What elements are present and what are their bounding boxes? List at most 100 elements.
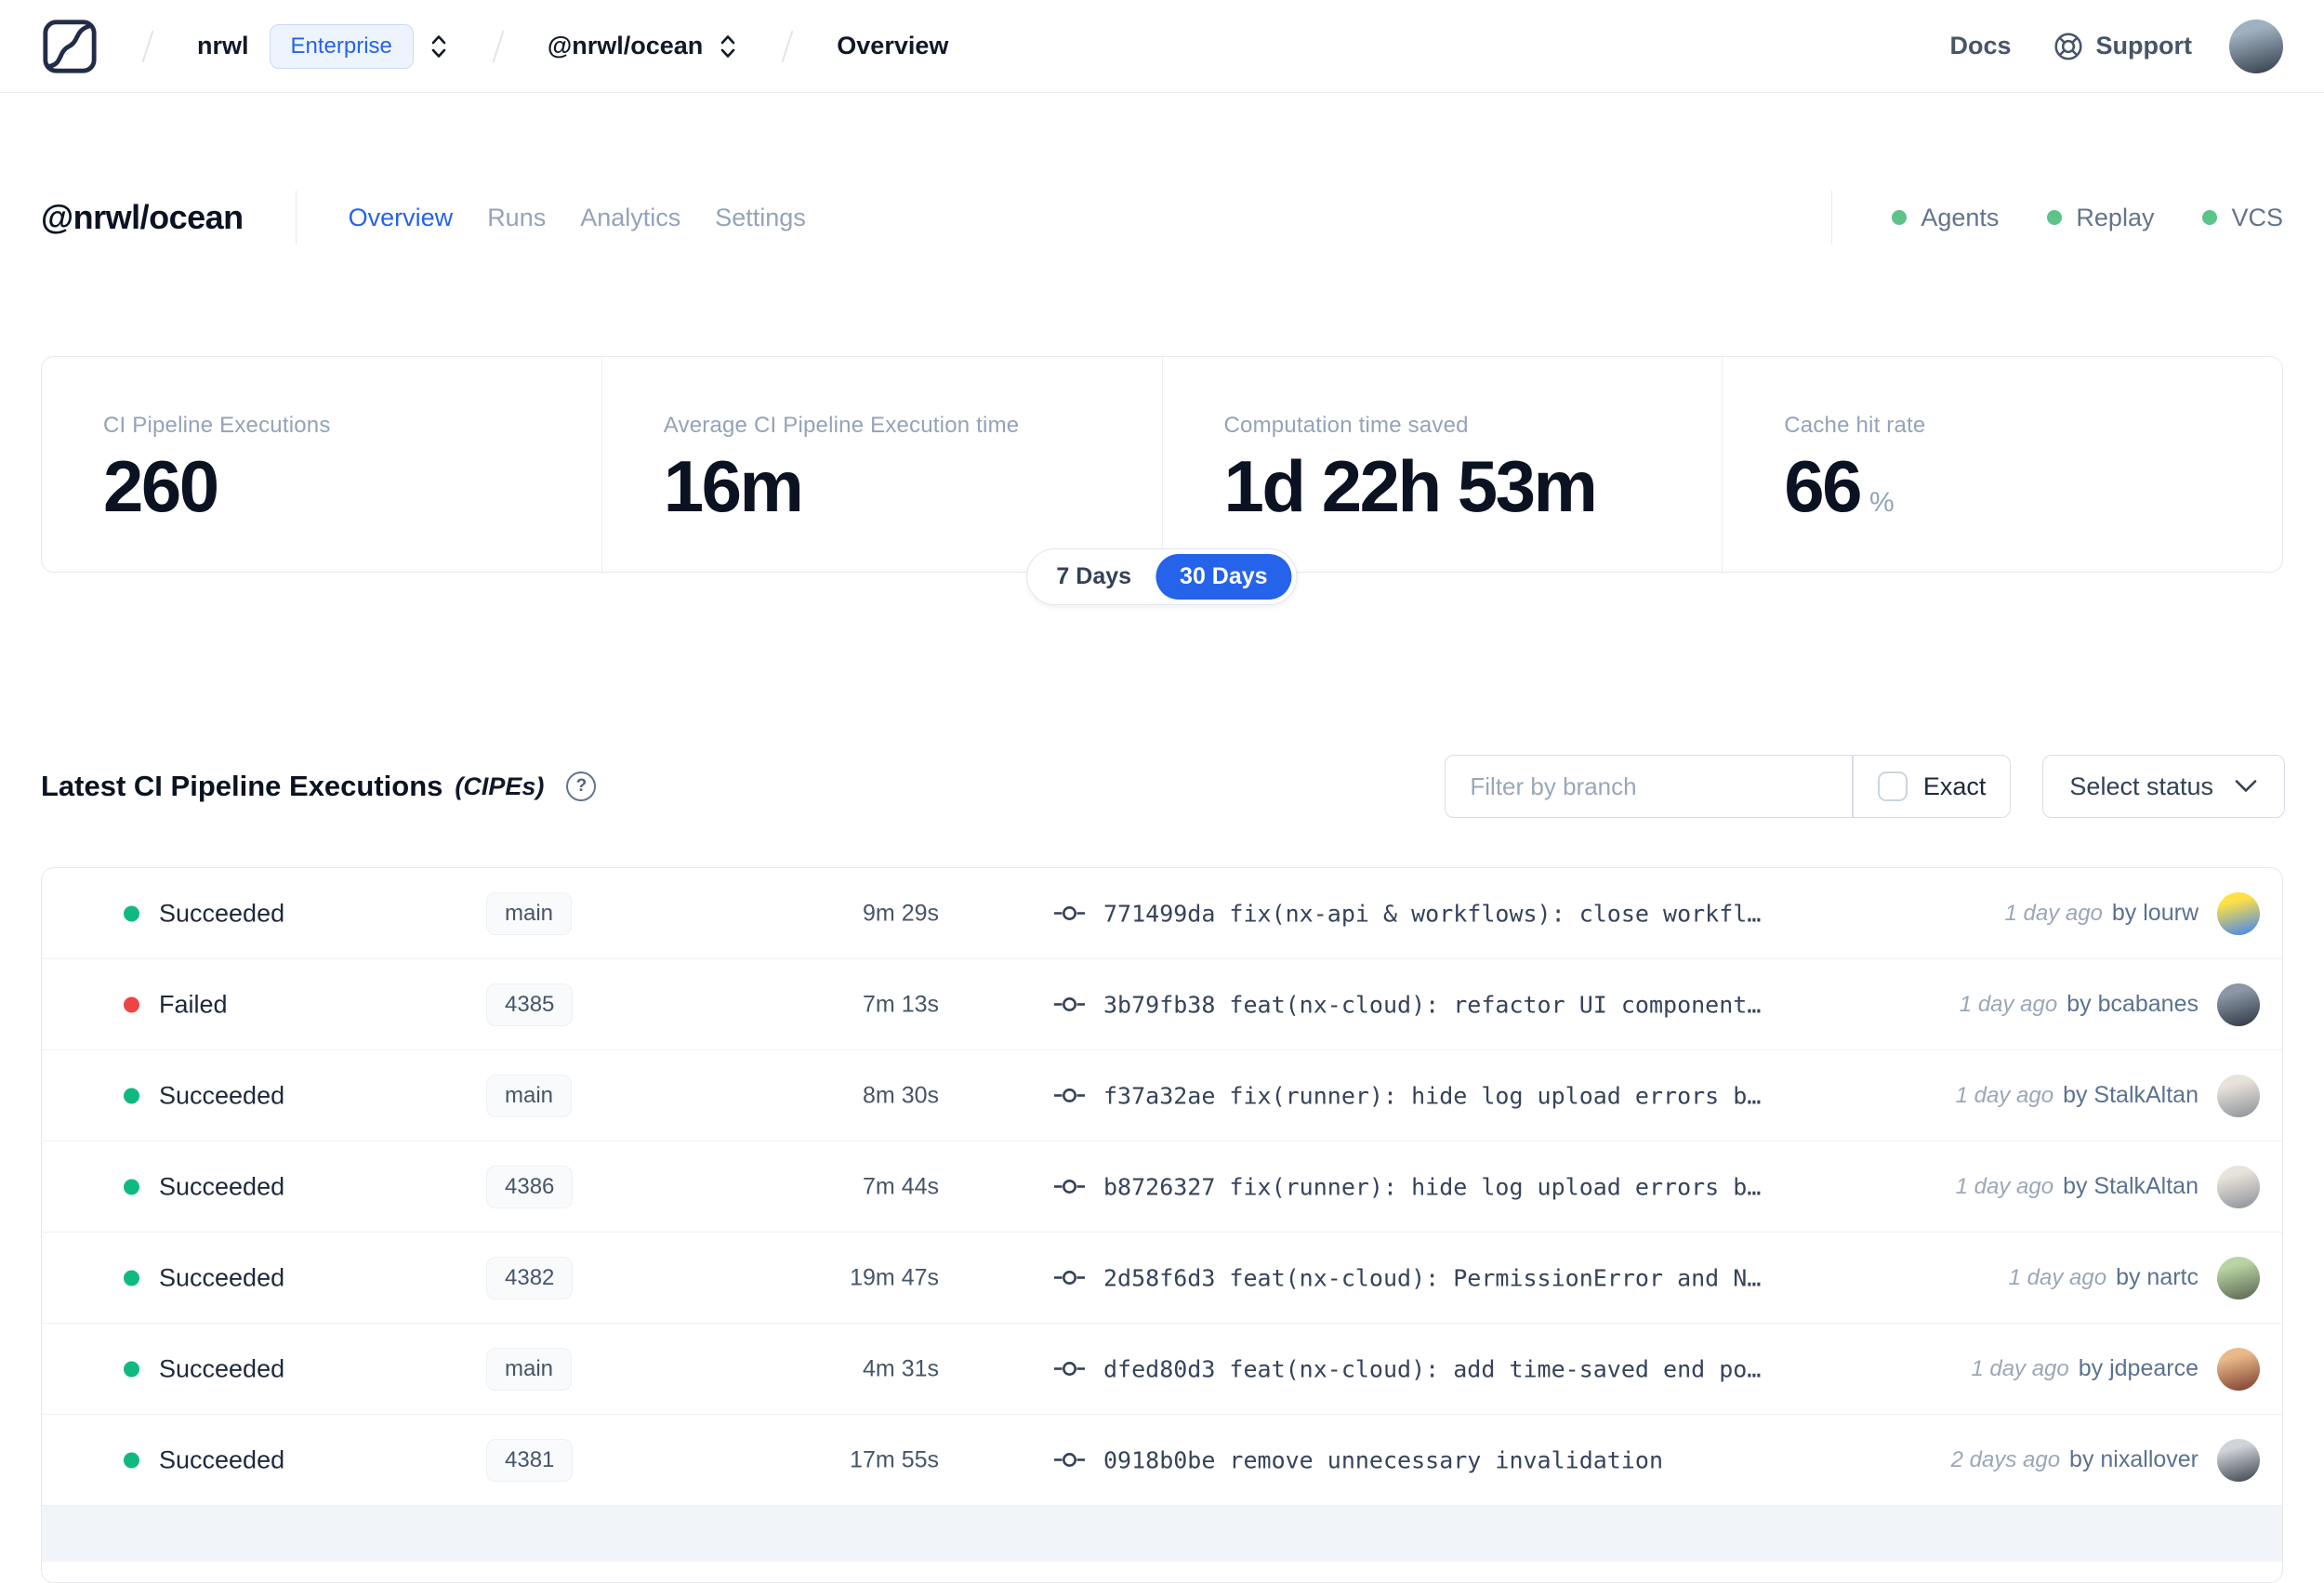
stat-computation-time-saved: Computation time saved 1d 22h 53m	[1161, 357, 1723, 572]
cipe-row[interactable]: Succeeded main 4m 31s dfed80d3 feat(nx-cl…	[42, 1324, 2282, 1415]
exact-toggle[interactable]: Exact	[1854, 756, 2011, 817]
commit-info: 3b79fb38 feat(nx-cloud): refactor UI comp…	[1053, 991, 1761, 1018]
tab-runs[interactable]: Runs	[487, 204, 546, 232]
stat-value: 260	[103, 445, 219, 527]
branch-filter-group: Exact	[1445, 755, 2012, 818]
cipe-duration: 9m 29s	[863, 900, 939, 926]
help-icon[interactable]: ?	[566, 772, 597, 801]
breadcrumb-org[interactable]: nrwl	[197, 32, 249, 60]
cipe-status: Succeeded	[159, 1081, 285, 1109]
support-link[interactable]: Support	[2053, 31, 2192, 62]
docs-link[interactable]: Docs	[1949, 32, 2011, 60]
status-dot-icon	[124, 1452, 139, 1468]
indicator-vcs[interactable]: VCS	[2202, 204, 2283, 232]
breadcrumb-workspace[interactable]: @nrwl/ocean	[548, 32, 703, 60]
status-dot-icon	[124, 1270, 139, 1286]
org-switcher-button[interactable]	[429, 32, 449, 61]
exact-label: Exact	[1922, 772, 1987, 800]
git-commit-icon	[1054, 1180, 1085, 1194]
cipe-author: by StalkAltan	[2063, 1082, 2199, 1108]
tab-analytics[interactable]: Analytics	[580, 204, 680, 232]
cipe-status: Succeeded	[159, 1263, 285, 1291]
branch-badge: 4385	[486, 983, 574, 1026]
stat-label: Cache hit rate	[1784, 413, 1926, 438]
commit-info: f37a32ae fix(runner): hide log upload err…	[1053, 1082, 1761, 1109]
top-navbar: nrwl Enterprise @nrwl/ocean Overview Doc…	[0, 0, 2324, 93]
stat-ci-pipeline-executions: CI Pipeline Executions 260	[42, 357, 601, 572]
exact-checkbox[interactable]	[1877, 772, 1908, 801]
indicator-replay[interactable]: Replay	[2047, 204, 2154, 232]
cipe-status: Succeeded	[159, 1172, 285, 1200]
chevron-down-icon	[2235, 780, 2257, 792]
commit-text: dfed80d3 feat(nx-cloud): add time-saved e…	[1103, 1355, 1762, 1382]
tab-settings[interactable]: Settings	[715, 204, 806, 232]
cipe-author: by nixallover	[2069, 1446, 2199, 1472]
cipe-duration: 7m 44s	[863, 1173, 939, 1199]
cipe-row[interactable]: Succeeded main 9m 29s 771499da fix(nx-api…	[42, 868, 2282, 959]
git-commit-icon	[1054, 1453, 1085, 1467]
breadcrumb-separator	[492, 30, 505, 62]
cipe-status: Failed	[159, 990, 228, 1018]
cipe-row[interactable]: Succeeded 4382 19m 47s 2d58f6d3 feat(nx-c…	[42, 1233, 2282, 1324]
cipe-author: by StalkAltan	[2063, 1173, 2199, 1199]
chevron-up-down-icon	[720, 34, 735, 58]
cipe-meta: 1 day ago by nartc	[2008, 1256, 2260, 1299]
stat-value: 66%	[1784, 445, 1895, 527]
green-status-dot-icon	[1892, 210, 1908, 225]
tab-overview[interactable]: Overview	[349, 204, 454, 232]
commit-info: 2d58f6d3 feat(nx-cloud): PermissionError …	[1053, 1264, 1761, 1291]
range-30-days-button[interactable]: 30 Days	[1155, 554, 1292, 600]
lifebuoy-icon	[2053, 32, 2082, 60]
cipe-time: 1 day ago	[2008, 1264, 2107, 1290]
cipe-table: Succeeded main 9m 29s 771499da fix(nx-api…	[41, 867, 2283, 1583]
table-next-row-clipped	[42, 1506, 2282, 1562]
date-range-toggle: 7 Days 30 Days	[1026, 548, 1298, 605]
cipe-title-suffix: (CIPEs)	[455, 772, 545, 800]
branch-badge: 4386	[486, 1165, 574, 1208]
support-label: Support	[2095, 32, 2192, 59]
branch-badge: 4381	[486, 1438, 574, 1482]
feature-indicators: Agents Replay VCS	[1892, 204, 2283, 232]
cipe-status: Succeeded	[159, 1445, 285, 1473]
range-7-days-button[interactable]: 7 Days	[1032, 554, 1155, 600]
cipe-meta: 1 day ago by lourw	[2004, 891, 2260, 935]
branch-filter-input[interactable]	[1446, 756, 1853, 817]
cipe-meta: 1 day ago by bcabanes	[1960, 983, 2260, 1026]
cipe-row[interactable]: Failed 4385 7m 13s 3b79fb38 feat(nx-cloud…	[42, 959, 2282, 1050]
user-avatar[interactable]	[2229, 19, 2283, 73]
cipe-author: by lourw	[2111, 900, 2199, 926]
workspace-tabs: Overview Runs Analytics Settings	[349, 204, 806, 232]
workspace-switcher-button[interactable]	[718, 32, 738, 61]
enterprise-badge: Enterprise	[269, 23, 414, 69]
cipe-meta: 2 days ago by nixallover	[1951, 1438, 2260, 1482]
commit-info: b8726327 fix(runner): hide log upload err…	[1053, 1173, 1761, 1200]
cipe-section-header: Latest CI Pipeline Executions (CIPEs) ? …	[41, 755, 2285, 818]
status-select-dropdown[interactable]: Select status	[2042, 755, 2285, 818]
branch-badge: 4382	[486, 1256, 574, 1299]
cipe-duration: 17m 55s	[850, 1446, 939, 1472]
git-commit-icon	[1054, 997, 1085, 1011]
git-commit-icon	[1054, 1088, 1085, 1102]
stat-value: 16m	[663, 445, 804, 527]
indicator-agents[interactable]: Agents	[1892, 204, 1999, 232]
commit-info: 0918b0be remove unnecessary invalidation	[1053, 1446, 1663, 1473]
cipe-duration: 19m 47s	[850, 1264, 939, 1290]
cipe-row[interactable]: Succeeded 4381 17m 55s 0918b0be remove un…	[42, 1415, 2282, 1506]
cipe-status: Succeeded	[159, 1354, 285, 1382]
commit-text: b8726327 fix(runner): hide log upload err…	[1103, 1173, 1762, 1200]
status-dot-icon	[124, 1088, 139, 1103]
cipe-author: by bcabanes	[2067, 991, 2199, 1017]
status-dot-icon	[124, 905, 139, 921]
percent-suffix: %	[1869, 487, 1895, 518]
stat-average-execution-time: Average CI Pipeline Execution time 16m	[601, 357, 1162, 572]
cipe-row[interactable]: Succeeded main 8m 30s f37a32ae fix(runner…	[42, 1050, 2282, 1141]
git-commit-icon	[1054, 906, 1085, 920]
logo[interactable]	[41, 18, 99, 75]
workspace-status-group: Agents Replay VCS	[1831, 191, 2283, 244]
author-avatar	[2217, 1165, 2260, 1208]
commit-info: 771499da fix(nx-api & workflows): close w…	[1053, 900, 1761, 927]
stat-cache-hit-rate: Cache hit rate 66%	[1722, 357, 2282, 572]
status-dot-icon	[124, 996, 139, 1012]
author-avatar	[2217, 983, 2260, 1026]
cipe-row[interactable]: Succeeded 4386 7m 44s b8726327 fix(runner…	[42, 1141, 2282, 1233]
